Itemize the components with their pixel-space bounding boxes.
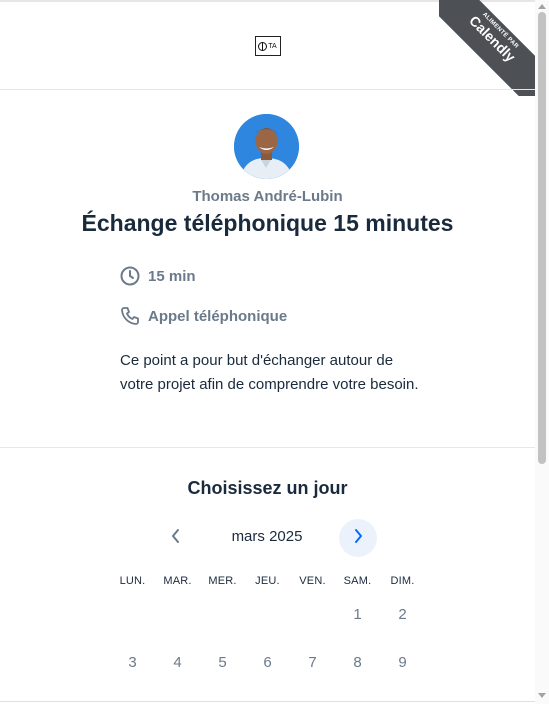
calendar-day [290, 604, 335, 626]
scrollbar-thumb[interactable] [538, 12, 546, 464]
weekday-label: JEU. [255, 575, 280, 587]
logo-text: TA [268, 42, 277, 50]
calendar-day: 6 [263, 654, 272, 671]
month-label: mars 2025 [231, 528, 303, 545]
company-logo: TA [254, 36, 281, 56]
weekday-label: LUN. [119, 575, 146, 587]
next-month-button[interactable] [339, 519, 377, 557]
calendar-day: 9 [398, 654, 407, 671]
event-description: Ce point a pour but d'échanger autour de… [120, 352, 419, 393]
host-name: Thomas André-Lubin [192, 188, 343, 205]
duration-row: 15 min [120, 266, 196, 286]
header-divider [0, 89, 535, 90]
avatar [234, 114, 299, 179]
month-navigation: mars 2025 [0, 519, 535, 557]
chevron-left-icon [170, 528, 182, 549]
location-label: Appel téléphonique [148, 307, 288, 325]
phone-icon [120, 306, 140, 326]
calendar-day: 1 [353, 606, 362, 623]
calendly-ribbon[interactable]: ALIMENTÉ PAR Calendly [439, 0, 535, 96]
chevron-right-icon [352, 528, 364, 549]
booking-card: TA ALIMENTÉ PAR Calendly Thomas André-Lu… [0, 0, 536, 702]
calendar-day [245, 604, 290, 626]
globe-icon [258, 41, 268, 51]
calendar-day [200, 604, 245, 626]
calendar-week: 3 4 5 6 7 8 9 [110, 652, 430, 674]
calendar-day: 8 [353, 654, 362, 671]
weekday-label: SAM. [343, 575, 372, 587]
calendar-day: 2 [398, 606, 407, 623]
weekday-label: DIM. [390, 575, 415, 587]
calendar-day: 5 [218, 654, 227, 671]
vertical-scrollbar[interactable] [535, 0, 549, 704]
previous-month-button[interactable] [158, 519, 194, 557]
calendar-week: 1 2 [110, 604, 430, 626]
weekday-label: MAR. [163, 575, 192, 587]
weekday-label: MER. [208, 575, 237, 587]
calendar-heading: Choisissez un jour [187, 478, 348, 498]
calendar-day [110, 604, 155, 626]
scroll-down-arrow-icon[interactable] [538, 693, 546, 698]
section-divider [0, 447, 535, 448]
calendar-day [155, 604, 200, 626]
weekday-header: LUN. MAR. MER. JEU. VEN. SAM. DIM. [110, 575, 430, 587]
weekday-label: VEN. [299, 575, 326, 587]
calendar-day: 3 [128, 654, 137, 671]
duration-label: 15 min [148, 267, 196, 285]
calendar-day: 4 [173, 654, 182, 671]
clock-icon [120, 266, 140, 286]
calendar-day: 7 [308, 654, 317, 671]
scroll-up-arrow-icon[interactable] [538, 4, 546, 9]
event-title: Échange téléphonique 15 minutes [81, 210, 454, 236]
location-row: Appel téléphonique [120, 306, 287, 326]
